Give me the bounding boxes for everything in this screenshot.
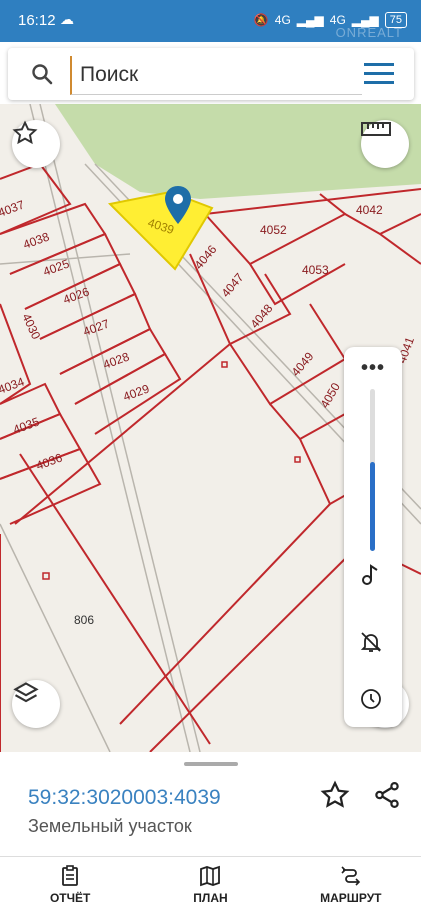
parcel-label-4036: 4036 [34,450,64,472]
status-bar: 16:12 ☁ 🔕 4G ▂▄▆ 4G ▂▄▆ 75 ONREALT [0,0,421,42]
parcel-label-4028: 4028 [101,349,131,371]
cloud-icon: ☁ [60,11,74,27]
parcel-label-4030: 4030 [19,311,43,341]
star-icon[interactable] [320,780,350,815]
report-icon [62,864,79,886]
clock-icon[interactable] [359,687,387,715]
signal-icon: ▂▄▆ [296,13,324,27]
search-bar [8,48,414,100]
watermark: ONREALT [335,25,403,40]
status-time: 16:12 [18,12,56,29]
nav-report-label: ОТЧЁТ [49,890,91,905]
parcel-label-4050: 4050 [317,380,343,410]
share-icon[interactable] [372,780,402,815]
parcel-label-4027: 4027 [81,316,111,338]
network-label: 4G [274,13,291,27]
parcel-label-4026: 4026 [61,284,91,306]
search-input[interactable] [70,56,362,95]
mute-icon: 🔕 [253,13,269,27]
nav-route[interactable]: МАРШРУТ [281,857,421,911]
parcel-label-4049: 4049 [289,349,317,379]
bottom-navigation: ОТЧЁТ ПЛАН МАРШРУТ [0,856,421,911]
map-view[interactable]: 4037 4038 4025 4026 4027 4028 4029 4030 … [0,104,421,752]
parcel-label-4038: 4038 [21,229,51,251]
cadastral-number[interactable]: 59:32:3020003:4039 [28,786,221,810]
star-icon [12,120,38,145]
layers-icon [13,682,39,703]
more-icon[interactable]: ••• [344,357,402,380]
favorite-map-button[interactable] [12,120,60,168]
layers-button[interactable] [12,680,60,728]
parcel-label-4053: 4053 [302,263,329,277]
map-plan-icon [200,865,221,886]
parcel-label-4048: 4048 [248,301,276,331]
parcel-label-4042: 4042 [356,203,383,217]
zoom-panel: ••• [344,347,402,727]
music-note-icon[interactable] [359,563,387,591]
ruler-button[interactable] [361,120,409,168]
ruler-icon [361,122,391,136]
nav-plan[interactable]: ПЛАН [140,857,280,911]
search-icon[interactable] [30,62,54,91]
parcel-label-4046: 4046 [192,242,220,272]
parcel-label-4052: 4052 [260,223,287,237]
zoom-slider[interactable] [370,389,375,551]
object-type: Земельный участок [28,816,192,836]
parcel-label-4047: 4047 [219,270,247,300]
parcel-label-4037: 4037 [0,197,26,219]
zoom-slider-fill [370,461,375,551]
sheet-drag-handle[interactable] [184,762,238,766]
menu-icon[interactable] [364,63,394,90]
nav-route-label: МАРШРУТ [320,890,382,905]
bell-off-icon[interactable] [359,630,387,658]
nav-report[interactable]: ОТЧЁТ [0,857,140,911]
road-label: 806 [74,613,94,627]
nav-plan-label: ПЛАН [193,890,228,905]
object-info-sheet: 59:32:3020003:4039 Земельный участок [0,752,421,856]
parcel-label-4035: 4035 [11,414,41,436]
route-icon [341,865,360,886]
